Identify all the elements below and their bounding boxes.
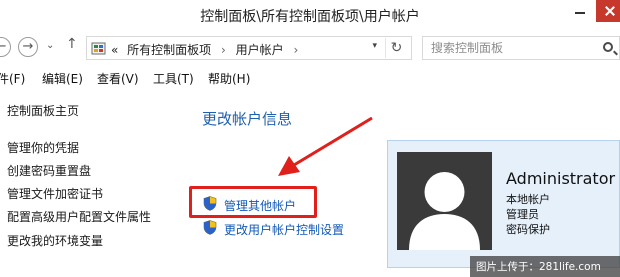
recent-pages-dropdown[interactable]: ⌄ bbox=[46, 40, 54, 51]
uac-shield-icon bbox=[203, 220, 217, 235]
minimize-button[interactable] bbox=[566, 2, 596, 22]
avatar bbox=[397, 152, 492, 250]
search-icon[interactable] bbox=[603, 42, 613, 52]
window-title: 控制面板\所有控制面板项\用户帐户 bbox=[200, 9, 420, 25]
menu-file[interactable]: 件(F) bbox=[0, 70, 25, 87]
account-role: 管理员 bbox=[506, 208, 539, 221]
breadcrumb-separator[interactable]: › bbox=[221, 43, 226, 57]
up-button[interactable]: ↑ bbox=[66, 36, 78, 52]
address-bar[interactable]: « 所有控制面板项 › 用户帐户 › ▾ ↻ bbox=[86, 36, 412, 60]
forward-button[interactable]: → bbox=[18, 37, 38, 57]
back-button[interactable]: ← bbox=[0, 37, 11, 57]
menu-tools[interactable]: 工具(T) bbox=[153, 70, 194, 87]
breadcrumb-separator[interactable]: › bbox=[294, 43, 299, 57]
menu-help[interactable]: 帮助(H) bbox=[208, 70, 250, 87]
sidebar-item-manage-credentials[interactable]: 管理你的凭据 bbox=[7, 139, 79, 156]
refresh-button[interactable]: ↻ bbox=[385, 38, 407, 58]
breadcrumb-item-user-accounts[interactable]: 用户帐户 bbox=[236, 43, 284, 57]
address-history-dropdown[interactable]: ▾ bbox=[372, 41, 377, 51]
section-title: 更改帐户信息 bbox=[202, 110, 293, 128]
menu-edit[interactable]: 编辑(E) bbox=[42, 70, 83, 87]
highlight-annotation bbox=[189, 186, 317, 218]
user-account-card: Administrator 本地帐户 管理员 密码保护 bbox=[387, 140, 620, 268]
sidebar-item-encryption-certs[interactable]: 管理文件加密证书 bbox=[7, 185, 103, 202]
search-input[interactable] bbox=[431, 40, 591, 56]
password-status: 密码保护 bbox=[506, 223, 550, 236]
title-bar: 控制面板\所有控制面板项\用户帐户 bbox=[0, 0, 620, 32]
breadcrumb: « 所有控制面板项 › 用户帐户 › bbox=[111, 41, 304, 58]
close-button[interactable] bbox=[596, 0, 620, 22]
sidebar-item-advanced-profile[interactable]: 配置高级用户配置文件属性 bbox=[7, 208, 151, 225]
watermark: 图片上传于：281life.com bbox=[470, 256, 620, 277]
menu-view[interactable]: 查看(V) bbox=[97, 70, 139, 87]
account-type: 本地帐户 bbox=[506, 193, 550, 206]
sidebar-item-password-reset-disk[interactable]: 创建密码重置盘 bbox=[7, 162, 91, 179]
uac-settings-link[interactable]: 更改用户帐户控制设置 bbox=[224, 221, 344, 238]
address-row: ← → ⌄ ↑ « 所有控制面板项 › 用户帐户 › ▾ ↻ bbox=[0, 34, 620, 62]
user-name: Administrator bbox=[506, 169, 616, 188]
sidebar-item-control-panel-home[interactable]: 控制面板主页 bbox=[7, 102, 79, 119]
breadcrumb-item-all-items[interactable]: 所有控制面板项 bbox=[127, 43, 211, 57]
breadcrumb-overflow[interactable]: « bbox=[111, 43, 118, 57]
sidebar-item-environment-vars[interactable]: 更改我的环境变量 bbox=[7, 232, 103, 249]
control-panel-icon bbox=[91, 42, 106, 55]
search-box[interactable] bbox=[422, 36, 620, 60]
